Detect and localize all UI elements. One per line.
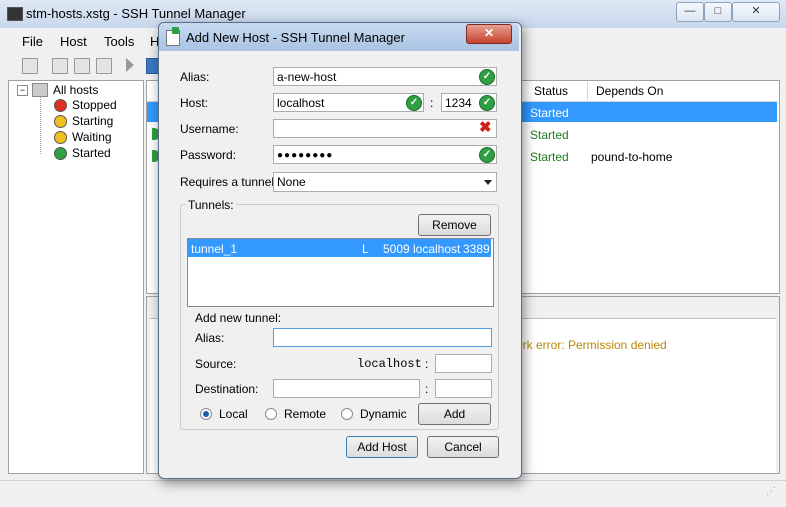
radio-local[interactable] (200, 408, 212, 420)
status-bar (0, 480, 786, 507)
destination-port-field[interactable] (435, 379, 492, 398)
tree-line (40, 96, 42, 154)
requires-tunnel-select[interactable]: None (273, 172, 497, 192)
new-tunnel-alias-field[interactable] (273, 328, 492, 347)
edit-host-icon[interactable] (96, 58, 112, 74)
tree-item-waiting[interactable]: Waiting (72, 130, 112, 144)
starting-status-icon (54, 115, 67, 128)
stopped-status-icon (54, 99, 67, 112)
source-host: localhost (357, 357, 422, 371)
tree-item-stopped[interactable]: Stopped (72, 98, 117, 112)
delete-host-icon[interactable] (74, 58, 90, 74)
window-title: stm-hosts.xstg - SSH Tunnel Manager (26, 6, 246, 21)
menu-tools[interactable]: Tools (104, 34, 134, 49)
log-line: ork error: Permission denied (516, 338, 667, 352)
radio-dynamic-label[interactable]: Dynamic (360, 407, 407, 421)
add-host-button[interactable]: Add Host (346, 436, 418, 458)
tunnel-name: tunnel_1 (191, 242, 238, 256)
add-new-tunnel-label: Add new tunnel: (195, 311, 282, 325)
source-label: Source: (195, 357, 237, 371)
destination-host-field[interactable] (273, 379, 420, 398)
menu-file[interactable]: File (22, 34, 43, 49)
username-field[interactable] (273, 119, 497, 138)
close-button[interactable]: ✕ (732, 2, 780, 22)
host-label: Host: (180, 96, 209, 110)
invalid-cross-icon: ✖ (479, 119, 492, 136)
valid-check-icon: ✓ (479, 69, 495, 85)
column-status[interactable]: Status (534, 84, 568, 98)
new-tunnel-alias-label: Alias: (195, 331, 225, 345)
waiting-status-icon (54, 131, 67, 144)
cancel-button[interactable]: Cancel (427, 436, 499, 458)
radio-local-label[interactable]: Local (219, 407, 248, 421)
destination-label: Destination: (195, 382, 259, 396)
maximize-button[interactable]: □ (704, 2, 732, 22)
server-icon (32, 83, 48, 97)
radio-remote-label[interactable]: Remote (284, 407, 326, 421)
column-divider (587, 82, 588, 100)
requires-tunnel-value: None (277, 175, 306, 189)
started-status-icon (54, 147, 67, 160)
dialog-close-button[interactable]: ✕ (466, 24, 512, 44)
valid-check-icon: ✓ (479, 147, 495, 163)
valid-check-icon: ✓ (479, 95, 495, 111)
row-depends-on: pound-to-home (591, 150, 673, 164)
chevron-down-icon (484, 180, 492, 185)
tree-item-started[interactable]: Started (72, 146, 111, 160)
source-separator: : (425, 357, 429, 371)
password-field[interactable]: ●●●●●●●● (273, 145, 497, 164)
menu-host[interactable]: Host (60, 34, 87, 49)
tunnels-group-label: Tunnels: (186, 198, 236, 212)
tunnel-port: 5009 (383, 242, 410, 256)
radio-selected-dot (203, 411, 209, 417)
radio-remote[interactable] (265, 408, 277, 420)
password-label: Password: (180, 148, 237, 162)
host-field[interactable]: localhost (273, 93, 424, 112)
requires-tunnel-label: Requires a tunnel: (180, 175, 278, 189)
username-label: Username: (180, 122, 239, 136)
minimize-button[interactable]: — (676, 2, 704, 22)
valid-check-icon: ✓ (406, 95, 422, 111)
destination-separator: : (425, 382, 429, 396)
add-tunnel-button[interactable]: Add (418, 403, 491, 425)
row-status: Started (530, 106, 569, 120)
tree-item-starting[interactable]: Starting (72, 114, 113, 128)
source-port-field[interactable] (435, 354, 492, 373)
port-separator: : (430, 96, 434, 110)
tree-collapse-icon[interactable]: − (17, 85, 28, 96)
alias-field[interactable]: a-new-host (273, 67, 497, 86)
tree-root-all-hosts[interactable]: All hosts (53, 83, 98, 97)
radio-dynamic[interactable] (341, 408, 353, 420)
save-icon[interactable] (22, 58, 38, 74)
tunnel-dest-port: 3389 (463, 242, 490, 256)
add-badge-icon (172, 27, 179, 34)
alias-label: Alias: (180, 70, 210, 84)
row-status: Started (530, 150, 569, 164)
column-depends-on[interactable]: Depends On (596, 84, 663, 98)
dialog-title: Add New Host - SSH Tunnel Manager (186, 30, 405, 45)
app-icon (7, 7, 23, 21)
tunnel-type: L (362, 242, 369, 256)
add-host-icon[interactable] (52, 58, 68, 74)
remove-tunnel-button[interactable]: Remove (418, 214, 491, 236)
start-icon[interactable] (126, 58, 134, 72)
row-status: Started (530, 128, 569, 142)
tunnel-host: localhost (413, 242, 461, 256)
resize-grip-icon[interactable]: ⋰ (766, 486, 776, 497)
